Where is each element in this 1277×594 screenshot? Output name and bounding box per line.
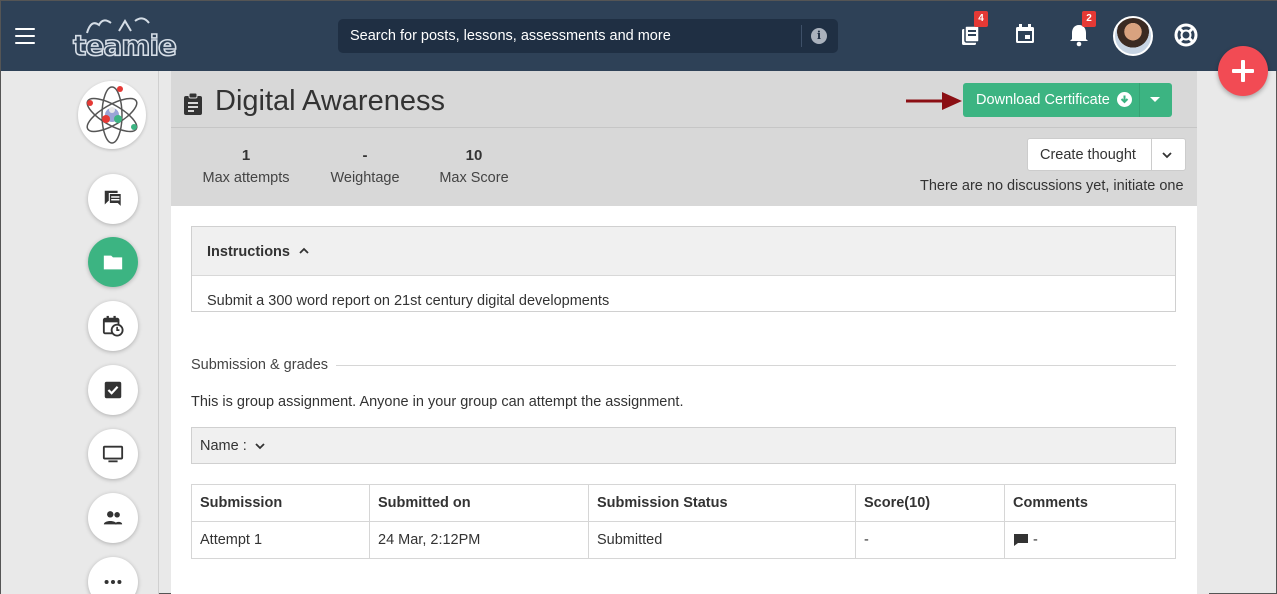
logo-text: teamie [72, 28, 178, 63]
annotation-arrow-icon [906, 92, 962, 110]
assignment-panel: Digital Awareness Download Certificate 1… [171, 71, 1197, 594]
chevron-down-icon[interactable] [254, 441, 266, 451]
column-header: Comments [1004, 484, 1176, 522]
header-divider [171, 127, 1197, 128]
column-header: Submitted on [369, 484, 589, 522]
calendar-clock-icon [102, 315, 124, 337]
instructions-panel: Instructions Submit a 300 word report on… [191, 226, 1176, 312]
right-gutter [1197, 71, 1209, 594]
download-certificate-label: Download Certificate [976, 92, 1110, 108]
stat-max-attempts: 1 Max attempts [201, 147, 291, 186]
avatar[interactable] [1113, 16, 1153, 56]
group-assignment-note: This is group assignment. Anyone in your… [191, 394, 684, 410]
add-fab-button[interactable] [1218, 46, 1268, 96]
nav-classroom-button[interactable] [88, 429, 138, 479]
stat-label: Max attempts [202, 170, 290, 186]
nav-members-button[interactable] [88, 493, 138, 543]
chevron-down-icon[interactable] [1161, 149, 1173, 161]
status-cell: Submitted [588, 521, 856, 559]
folder-icon [103, 255, 123, 270]
clipboard-icon [183, 92, 203, 115]
nav-schedule-button[interactable] [88, 301, 138, 351]
calendar-icon[interactable] [1014, 23, 1040, 49]
course-logo[interactable] [78, 81, 146, 149]
search-divider [801, 25, 802, 47]
posts-badge: 4 [974, 11, 988, 27]
stat-value: 1 [241, 147, 251, 164]
chevron-up-icon[interactable] [298, 246, 310, 256]
column-header: Submission [191, 484, 370, 522]
stat-value: 10 [465, 147, 483, 164]
download-icon [1117, 92, 1132, 107]
hamburger-icon[interactable] [15, 28, 35, 44]
submitted-on-cell: 24 Mar, 2:12PM [369, 521, 589, 559]
thought-split-divider [1151, 139, 1152, 170]
column-header: Score(10) [855, 484, 1005, 522]
more-icon [104, 579, 122, 585]
comments-value: - [1033, 532, 1038, 548]
submission-cell[interactable]: Attempt 1 [191, 521, 370, 559]
section-divider [331, 365, 1176, 366]
nav-assessments-button[interactable] [88, 365, 138, 415]
assignment-header: Digital Awareness Download Certificate 1… [171, 71, 1197, 206]
download-split-divider [1139, 83, 1140, 117]
left-nav-divider [158, 71, 159, 594]
download-certificate-button[interactable]: Download Certificate [963, 83, 1172, 117]
info-icon[interactable]: i [811, 28, 827, 44]
instructions-heading: Instructions [207, 244, 290, 260]
table-header-row: Submission Submitted on Submission Statu… [191, 484, 1176, 522]
submissions-table: Submission Submitted on Submission Statu… [191, 484, 1176, 559]
score-cell: - [855, 521, 1005, 559]
no-discussions-text: There are no discussions yet, initiate o… [920, 178, 1184, 194]
comment-icon[interactable] [1013, 533, 1029, 547]
chat-icon [104, 190, 122, 209]
lifebuoy-icon[interactable] [1174, 23, 1200, 49]
nav-materials-button[interactable] [88, 237, 138, 287]
top-bar: teamie Search for posts, lessons, assess… [1, 1, 1277, 71]
notifications-badge: 2 [1082, 11, 1096, 27]
name-filter[interactable]: Name : [191, 427, 1176, 464]
stat-weightage: - Weightage [327, 147, 403, 186]
submission-section-title: Submission & grades [191, 357, 337, 373]
stat-label: Weightage [330, 170, 400, 186]
search-input[interactable]: Search for posts, lessons, assessments a… [350, 28, 671, 44]
stat-value: - [362, 147, 368, 164]
stat-max-score: 10 Max Score [437, 147, 511, 186]
table-row[interactable]: Attempt 1 24 Mar, 2:12PM Submitted - - [191, 521, 1176, 559]
name-filter-label: Name : [200, 438, 247, 454]
search-bar[interactable]: Search for posts, lessons, assessments a… [338, 19, 838, 53]
monitor-icon [102, 445, 124, 463]
instructions-header[interactable]: Instructions [192, 227, 1175, 276]
checkbox-icon [104, 381, 122, 399]
instructions-body: Submit a 300 word report on 21st century… [207, 293, 610, 309]
create-thought-label: Create thought [1040, 147, 1136, 163]
column-header: Submission Status [588, 484, 856, 522]
comments-cell[interactable]: - [1004, 521, 1176, 559]
create-thought-button[interactable]: Create thought [1027, 138, 1186, 171]
page-title: Digital Awareness [215, 85, 445, 117]
teamie-logo[interactable]: teamie [72, 15, 178, 63]
people-icon [103, 511, 123, 525]
chevron-down-icon[interactable] [1150, 97, 1160, 102]
stat-label: Max Score [439, 170, 509, 186]
nav-discussions-button[interactable] [88, 174, 138, 224]
